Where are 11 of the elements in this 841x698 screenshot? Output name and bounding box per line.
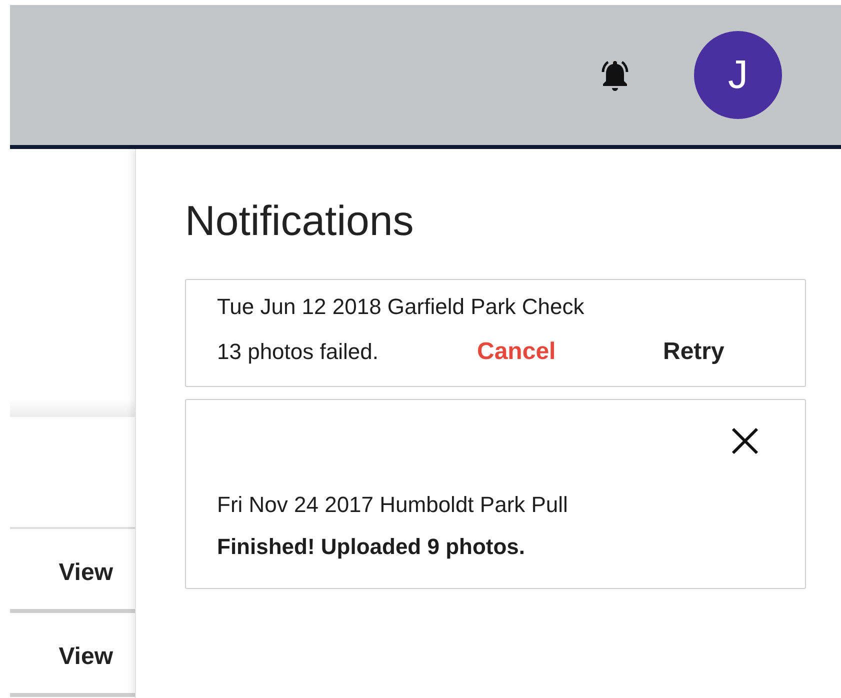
notification-message: 13 photos failed. bbox=[217, 339, 380, 365]
drawer-title: Notifications bbox=[185, 197, 415, 245]
close-icon[interactable] bbox=[730, 426, 760, 456]
notification-title: Tue Jun 12 2018 Garfield Park Check bbox=[217, 293, 586, 321]
user-avatar[interactable]: J bbox=[694, 31, 782, 119]
cancel-button[interactable]: Cancel bbox=[477, 334, 663, 370]
view-button[interactable]: View bbox=[58, 555, 113, 591]
notification-message: Finished! Uploaded 9 photos. bbox=[217, 534, 526, 560]
view-button[interactable]: View bbox=[58, 639, 113, 675]
notification-title: Fri Nov 24 2017 Humboldt Park Pull bbox=[217, 491, 569, 519]
retry-button[interactable]: Retry bbox=[663, 334, 724, 370]
